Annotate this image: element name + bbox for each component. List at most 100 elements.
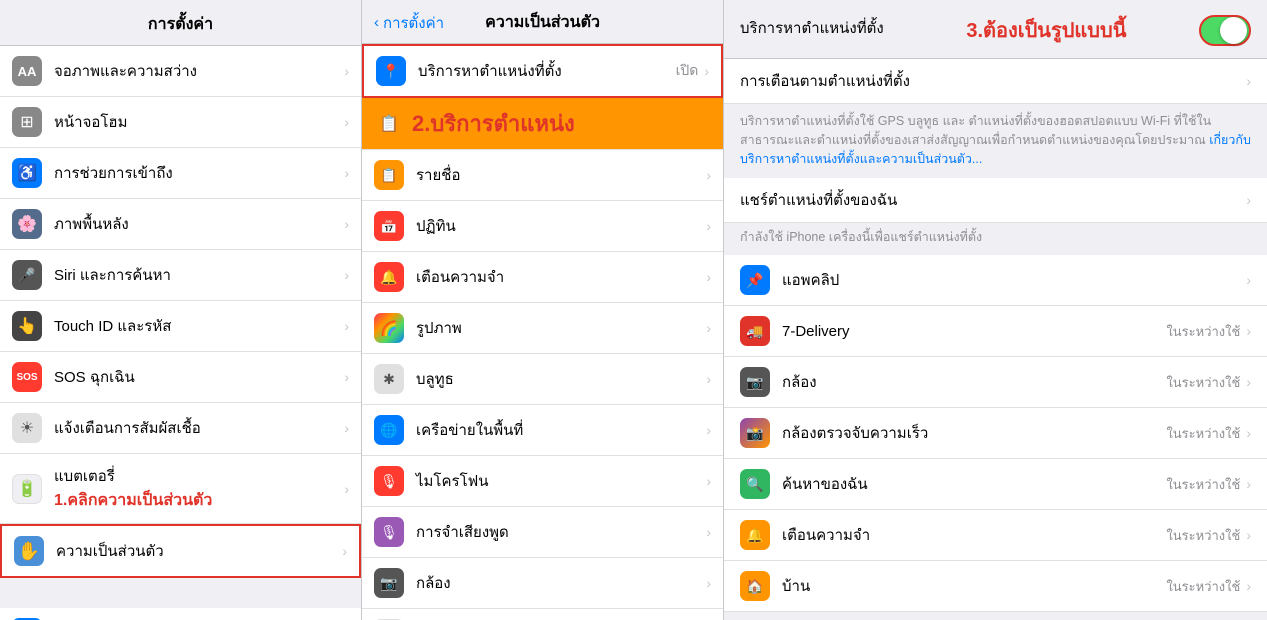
right-top-title: บริการหาตำแหน่งที่ตั้ง bbox=[740, 16, 884, 40]
chevron-icon: › bbox=[706, 218, 711, 234]
location-alert-label: การเตือนตามตำแหน่งที่ตั้ง bbox=[740, 69, 1246, 93]
settings-item-privacy[interactable]: ✋ ความเป็นส่วนตัว › bbox=[0, 524, 361, 578]
settings-item-label: แจ้งเตือนการสัมผัสเชื้อ bbox=[54, 416, 340, 440]
app-row-speedcam[interactable]: 📸 กล้องตรวจจับความเร็ว ในระหว่างใช้ › bbox=[724, 408, 1267, 459]
microphone-icon: 🎙 bbox=[374, 466, 404, 496]
mid-privacy-panel: ‹ การตั้งค่า ความเป็นส่วนตัว 📍 บริการหาต… bbox=[362, 0, 724, 620]
back-button[interactable]: ‹ การตั้งค่า bbox=[374, 11, 444, 35]
settings-item-touchid[interactable]: 👆 Touch ID และรหัส › bbox=[0, 301, 361, 352]
chevron-icon: › bbox=[1246, 476, 1251, 492]
chevron-icon: › bbox=[344, 369, 349, 385]
mid-speech-item[interactable]: 🎙 การจำเสียงพูด › bbox=[362, 507, 723, 558]
app-row-label: บ้าน bbox=[782, 574, 1166, 598]
back-label: การตั้งค่า bbox=[383, 11, 444, 35]
display-icon: AA bbox=[12, 56, 42, 86]
mid-network-item[interactable]: 🌐 เครือข่ายในพื้นที่ › bbox=[362, 405, 723, 456]
click-instruction-label: 1.คลิกความเป็นส่วนตัว bbox=[54, 488, 340, 513]
app-row-value: ในระหว่างใช้ bbox=[1166, 423, 1240, 444]
mid-reminder-item[interactable]: 🔔 เตือนความจำ › bbox=[362, 252, 723, 303]
speech-icon: 🎙 bbox=[374, 517, 404, 547]
sos-icon: SOS bbox=[12, 362, 42, 392]
section-instruction-label: 2.บริการตำแหน่ง bbox=[412, 106, 575, 141]
app-row-home2[interactable]: 🏠 บ้าน ในระหว่างใช้ › bbox=[724, 561, 1267, 612]
chevron-icon: › bbox=[1246, 527, 1251, 543]
app-row-reminder2[interactable]: 🔔 เตือนความจำ ในระหว่างใช้ › bbox=[724, 510, 1267, 561]
mid-item-label: ไมโครโฟน bbox=[416, 469, 706, 493]
chevron-icon: › bbox=[706, 473, 711, 489]
chevron-icon: › bbox=[706, 269, 711, 285]
share-chevron-icon: › bbox=[1246, 192, 1251, 208]
mid-location-services-item[interactable]: 📍 บริการหาตำแหน่งที่ตั้ง เปิด › bbox=[362, 44, 723, 98]
mid-item-label: รูปภาพ bbox=[416, 316, 706, 340]
chevron-icon: › bbox=[706, 371, 711, 387]
settings-item-label: ภาพพื้นหลัง bbox=[54, 212, 340, 236]
touchid-icon: 👆 bbox=[12, 311, 42, 341]
mid-contacts-item[interactable]: 📋 รายชื่อ › bbox=[362, 150, 723, 201]
chevron-icon: › bbox=[706, 320, 711, 336]
settings-item-exposure[interactable]: ☀ แจ้งเตือนการสัมผัสเชื้อ › bbox=[0, 403, 361, 454]
mid-item-label: ปฏิทิน bbox=[416, 214, 706, 238]
back-chevron-icon: ‹ bbox=[374, 14, 379, 31]
mid-camera-item[interactable]: 📷 กล้อง › bbox=[362, 558, 723, 609]
speedcam-icon: 📸 bbox=[740, 418, 770, 448]
settings-item-appstore[interactable]: A App Store › bbox=[0, 608, 361, 620]
share-location-label: แชร์ตำแหน่งที่ตั้งของฉัน bbox=[740, 188, 1246, 212]
chevron-icon: › bbox=[706, 167, 711, 183]
reminder2-icon: 🔔 bbox=[740, 520, 770, 550]
app-row-value: ในระหว่างใช้ bbox=[1166, 321, 1240, 342]
mid-bluetooth-item[interactable]: ✱ บลูทูธ › bbox=[362, 354, 723, 405]
location-toggle[interactable] bbox=[1199, 15, 1251, 46]
settings-item-wallpaper[interactable]: 🌸 ภาพพื้นหลัง › bbox=[0, 199, 361, 250]
camera-icon: 📷 bbox=[374, 568, 404, 598]
share-location-row[interactable]: แชร์ตำแหน่งที่ตั้งของฉัน › bbox=[724, 178, 1267, 223]
app-row-value: ในระหว่างใช้ bbox=[1166, 372, 1240, 393]
settings-item-siri[interactable]: 🎤 Siri และการค้นหา › bbox=[0, 250, 361, 301]
app-row-label: ค้นหาของฉัน bbox=[782, 472, 1166, 496]
mid-health-item[interactable]: ❤ สุขภาพ › bbox=[362, 609, 723, 620]
siri-icon: 🎤 bbox=[12, 260, 42, 290]
settings-item-label: Siri และการค้นหา bbox=[54, 263, 340, 287]
contacts-icon: 📋 bbox=[374, 160, 404, 190]
chevron-icon: › bbox=[344, 318, 349, 334]
right-instruction-label: 3.ต้องเป็นรูปแบบนี้ bbox=[966, 14, 1126, 46]
app-row-7delivery[interactable]: 🚚 7-Delivery ในระหว่างใช้ › bbox=[724, 306, 1267, 357]
mid-item-label: รายชื่อ bbox=[416, 163, 706, 187]
left-settings-panel: การตั้งค่า AA จอภาพและความสว่าง › ⊞ หน้า… bbox=[0, 0, 362, 620]
reminder-icon: 🔔 bbox=[374, 262, 404, 292]
mid-microphone-item[interactable]: 🎙 ไมโครโฟน › bbox=[362, 456, 723, 507]
right-top-section: บริการหาตำแหน่งที่ตั้ง 3.ต้องเป็นรูปแบบน… bbox=[724, 0, 1267, 59]
mid-calendar-item[interactable]: 📅 ปฏิทิน › bbox=[362, 201, 723, 252]
mid-section-label-item: 📋 2.บริการตำแหน่ง bbox=[362, 98, 723, 150]
delivery-icon: 🚚 bbox=[740, 316, 770, 346]
chevron-icon: › bbox=[344, 481, 349, 497]
chevron-icon: › bbox=[344, 216, 349, 232]
settings-item-battery[interactable]: 🔋 แบตเตอรี่ 1.คลิกความเป็นส่วนตัว › bbox=[0, 454, 361, 524]
app-row-camera[interactable]: 📷 กล้อง ในระหว่างใช้ › bbox=[724, 357, 1267, 408]
settings-item-home[interactable]: ⊞ หน้าจอโฮม › bbox=[0, 97, 361, 148]
privacy-icon: ✋ bbox=[14, 536, 44, 566]
settings-item-label: การช่วยการเข้าถึง bbox=[54, 161, 340, 185]
settings-item-label: แบตเตอรี่ 1.คลิกความเป็นส่วนตัว bbox=[54, 464, 340, 513]
settings-item-label: ความเป็นส่วนตัว bbox=[56, 539, 338, 563]
battery-icon: 🔋 bbox=[12, 474, 42, 504]
right-description-text: บริการหาตำแหน่งที่ตั้งใช้ GPS บลูทูธ และ… bbox=[740, 112, 1251, 168]
chevron-icon: › bbox=[344, 165, 349, 181]
chevron-icon: › bbox=[344, 114, 349, 130]
app-row-appclip[interactable]: 📌 แอพคลิป › bbox=[724, 255, 1267, 306]
chevron-icon: › bbox=[1246, 323, 1251, 339]
chevron-icon: › bbox=[1246, 272, 1251, 288]
settings-item-sos[interactable]: SOS SOS ฉุกเฉิน › bbox=[0, 352, 361, 403]
chevron-icon: › bbox=[342, 543, 347, 559]
app-row-findmine[interactable]: 🔍 ค้นหาของฉัน ในระหว่างใช้ › bbox=[724, 459, 1267, 510]
settings-item-access[interactable]: ♿ การช่วยการเข้าถึง › bbox=[0, 148, 361, 199]
settings-item-label: Touch ID และรหัส bbox=[54, 314, 340, 338]
chevron-icon: › bbox=[344, 267, 349, 283]
settings-item-label: จอภาพและความสว่าง bbox=[54, 59, 340, 83]
chevron-icon: › bbox=[706, 422, 711, 438]
mid-photos-item[interactable]: 🌈 รูปภาพ › bbox=[362, 303, 723, 354]
toggle-knob bbox=[1220, 17, 1247, 44]
settings-item-display[interactable]: AA จอภาพและความสว่าง › bbox=[0, 46, 361, 97]
app-row-value: ในระหว่างใช้ bbox=[1166, 525, 1240, 546]
location-alert-row[interactable]: การเตือนตามตำแหน่งที่ตั้ง › bbox=[724, 59, 1267, 104]
chevron-icon: › bbox=[1246, 425, 1251, 441]
